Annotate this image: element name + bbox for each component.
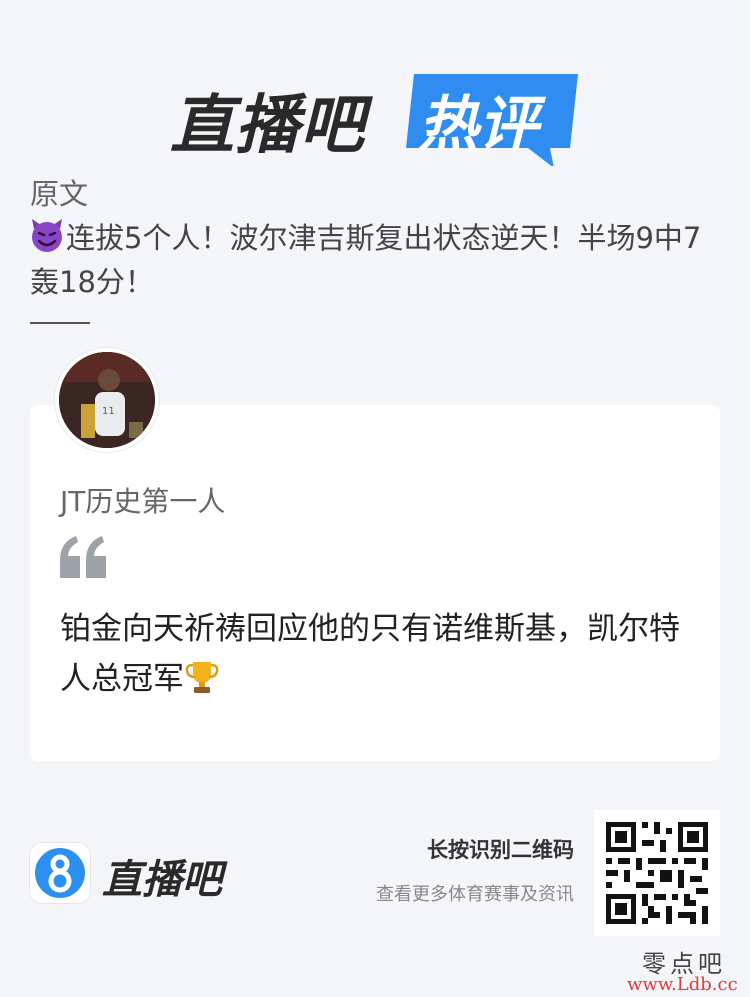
original-label: 原文 [30,177,89,211]
comment-body: 铂金向天祈祷回应他的只有诺维斯基，凯尔特人总冠军 [60,604,680,704]
original-post: 原文 连拔5个人！波尔津吉斯复出状态逆天！半场9中7轰18分！ [30,174,720,324]
comment-text: 铂金向天祈祷回应他的只有诺维斯基，凯尔特人总冠军 [60,611,680,697]
header-logo: 直播吧 热评 [170,66,590,176]
user-avatar[interactable]: 11 [55,348,159,452]
scan-prompt: 长按识别二维码 [427,838,574,862]
footer-logo: 直播吧 [30,843,250,905]
trophy-icon [185,662,219,693]
original-title-line: 连拔5个人！波尔津吉斯复出状态逆天！半场9中7轰18分！ [30,216,720,304]
number-8-logo-icon [30,843,90,903]
watermark-url: www.Ldb.cc [627,974,738,995]
brand-title: 直播吧 [170,89,365,163]
scan-subtitle: 查看更多体育赛事及资讯 [376,884,574,905]
qr-code[interactable] [594,810,720,936]
footer-brand: 直播吧 [102,857,222,903]
original-title: 连拔5个人！波尔津吉斯复出状态逆天！半场9中7轰18分！ [30,221,702,299]
avatar-photo-icon: 11 [59,352,155,448]
qr-code-icon [594,810,720,936]
badge-label: 热评 [418,90,538,160]
quote-mark-icon [60,536,106,578]
comment-card [30,405,720,761]
comment-username[interactable]: JT历史第一人 [60,480,225,520]
divider [30,322,90,324]
svg-text:11: 11 [102,406,115,417]
smiling-devil-icon [32,219,62,252]
